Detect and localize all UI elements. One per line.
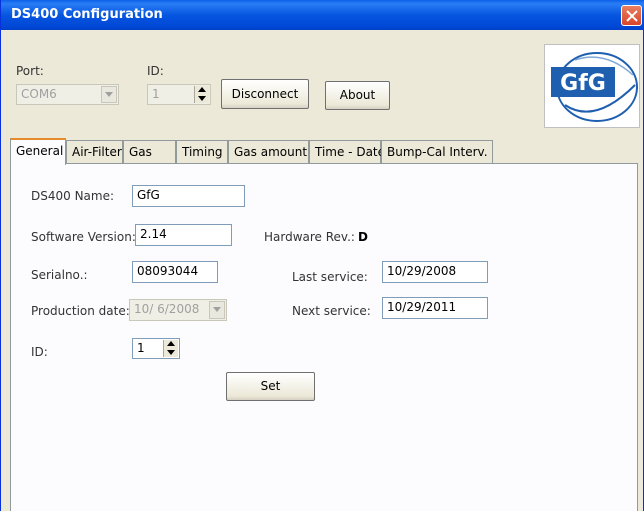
tab-air-filter[interactable]: Air-Filter	[66, 140, 123, 163]
tab-air-filter-label: Air-Filter	[72, 145, 122, 159]
production-date-value: 10/ 6/2008	[134, 302, 200, 316]
software-version-field[interactable]: 2.14	[135, 224, 232, 246]
tab-gas-amount-label: Gas amount	[234, 145, 308, 159]
id-spin-up[interactable]	[195, 86, 209, 95]
next-service-label: Next service:	[292, 304, 371, 318]
set-button[interactable]: Set	[226, 372, 315, 401]
general-id-value: 1	[137, 341, 145, 355]
production-date-label: Production date:	[31, 304, 130, 318]
port-select[interactable]: COM6	[16, 84, 119, 105]
ds400-name-value: GfG	[137, 188, 160, 202]
about-button-label: About	[339, 88, 376, 102]
hardware-rev-value: D	[358, 230, 368, 244]
arrow-up-icon	[198, 87, 206, 92]
general-id-label: ID:	[31, 345, 48, 359]
arrow-up-icon	[167, 341, 175, 346]
general-id-spin[interactable]	[163, 340, 178, 357]
id-label: ID:	[147, 64, 164, 78]
logo-graphic: GfG	[551, 52, 638, 122]
production-date-dropdown-button[interactable]	[209, 301, 225, 319]
next-service-field[interactable]: 10/29/2011	[382, 297, 488, 319]
next-service-value: 10/29/2011	[387, 300, 457, 314]
tab-bump-cal-interval[interactable]: Bump-Cal Interv.	[381, 140, 493, 163]
tab-time-date-label: Time - Date	[315, 145, 386, 159]
production-date-picker[interactable]: 10/ 6/2008	[129, 299, 227, 321]
tab-gas-label: Gas	[129, 145, 152, 159]
id-spin[interactable]	[194, 86, 209, 103]
general-tab-panel	[10, 163, 638, 511]
tab-timing-label: Timing	[182, 145, 223, 159]
disconnect-button-label: Disconnect	[231, 87, 299, 101]
port-label: Port:	[16, 64, 44, 78]
set-button-label: Set	[260, 379, 281, 393]
serialno-value: 08093044	[137, 264, 199, 278]
general-id-spin-up[interactable]	[164, 340, 178, 349]
logo-text: GfG	[560, 71, 606, 96]
chevron-down-icon	[105, 92, 113, 97]
id-stepper[interactable]: 1	[147, 84, 211, 105]
tab-gas[interactable]: Gas	[123, 140, 176, 163]
window-title: DS400 Configuration	[11, 7, 163, 22]
gfg-logo: GfG	[544, 44, 640, 128]
general-id-stepper[interactable]: 1	[132, 338, 180, 359]
serialno-label: Serialno.:	[31, 268, 88, 282]
about-button[interactable]: About	[325, 81, 390, 110]
last-service-value: 10/29/2008	[387, 264, 457, 278]
ds400-name-input[interactable]: GfG	[132, 185, 245, 207]
tab-time-date[interactable]: Time - Date	[309, 140, 385, 163]
serialno-field[interactable]: 08093044	[132, 261, 218, 283]
software-version-label: Software Version:	[31, 230, 136, 244]
close-button[interactable]	[621, 5, 642, 26]
id-spin-down[interactable]	[195, 95, 209, 104]
hardware-rev-label: Hardware Rev.:	[264, 230, 355, 244]
tab-general[interactable]: General	[10, 138, 66, 165]
general-id-spin-down[interactable]	[164, 349, 178, 358]
port-dropdown-button[interactable]	[101, 86, 117, 103]
arrow-down-icon	[167, 349, 175, 355]
tab-gas-amount[interactable]: Gas amount	[228, 140, 309, 163]
close-icon	[626, 10, 638, 22]
last-service-field[interactable]: 10/29/2008	[382, 261, 488, 283]
software-version-value: 2.14	[140, 227, 167, 241]
configuration-window: DS400 Configuration Port: COM6 ID: 1 Dis…	[0, 0, 644, 511]
tab-bump-cal-interval-label: Bump-Cal Interv.	[387, 145, 488, 159]
id-value: 1	[152, 87, 160, 101]
chevron-down-icon	[213, 307, 221, 312]
last-service-label: Last service:	[292, 270, 368, 284]
title-bar[interactable]: DS400 Configuration	[1, 0, 644, 30]
disconnect-button[interactable]: Disconnect	[221, 79, 309, 109]
ds400-name-label: DS400 Name:	[31, 189, 115, 203]
port-value: COM6	[21, 87, 57, 101]
tab-timing[interactable]: Timing	[176, 140, 228, 163]
arrow-down-icon	[198, 95, 206, 101]
tab-general-label: General	[16, 144, 64, 158]
